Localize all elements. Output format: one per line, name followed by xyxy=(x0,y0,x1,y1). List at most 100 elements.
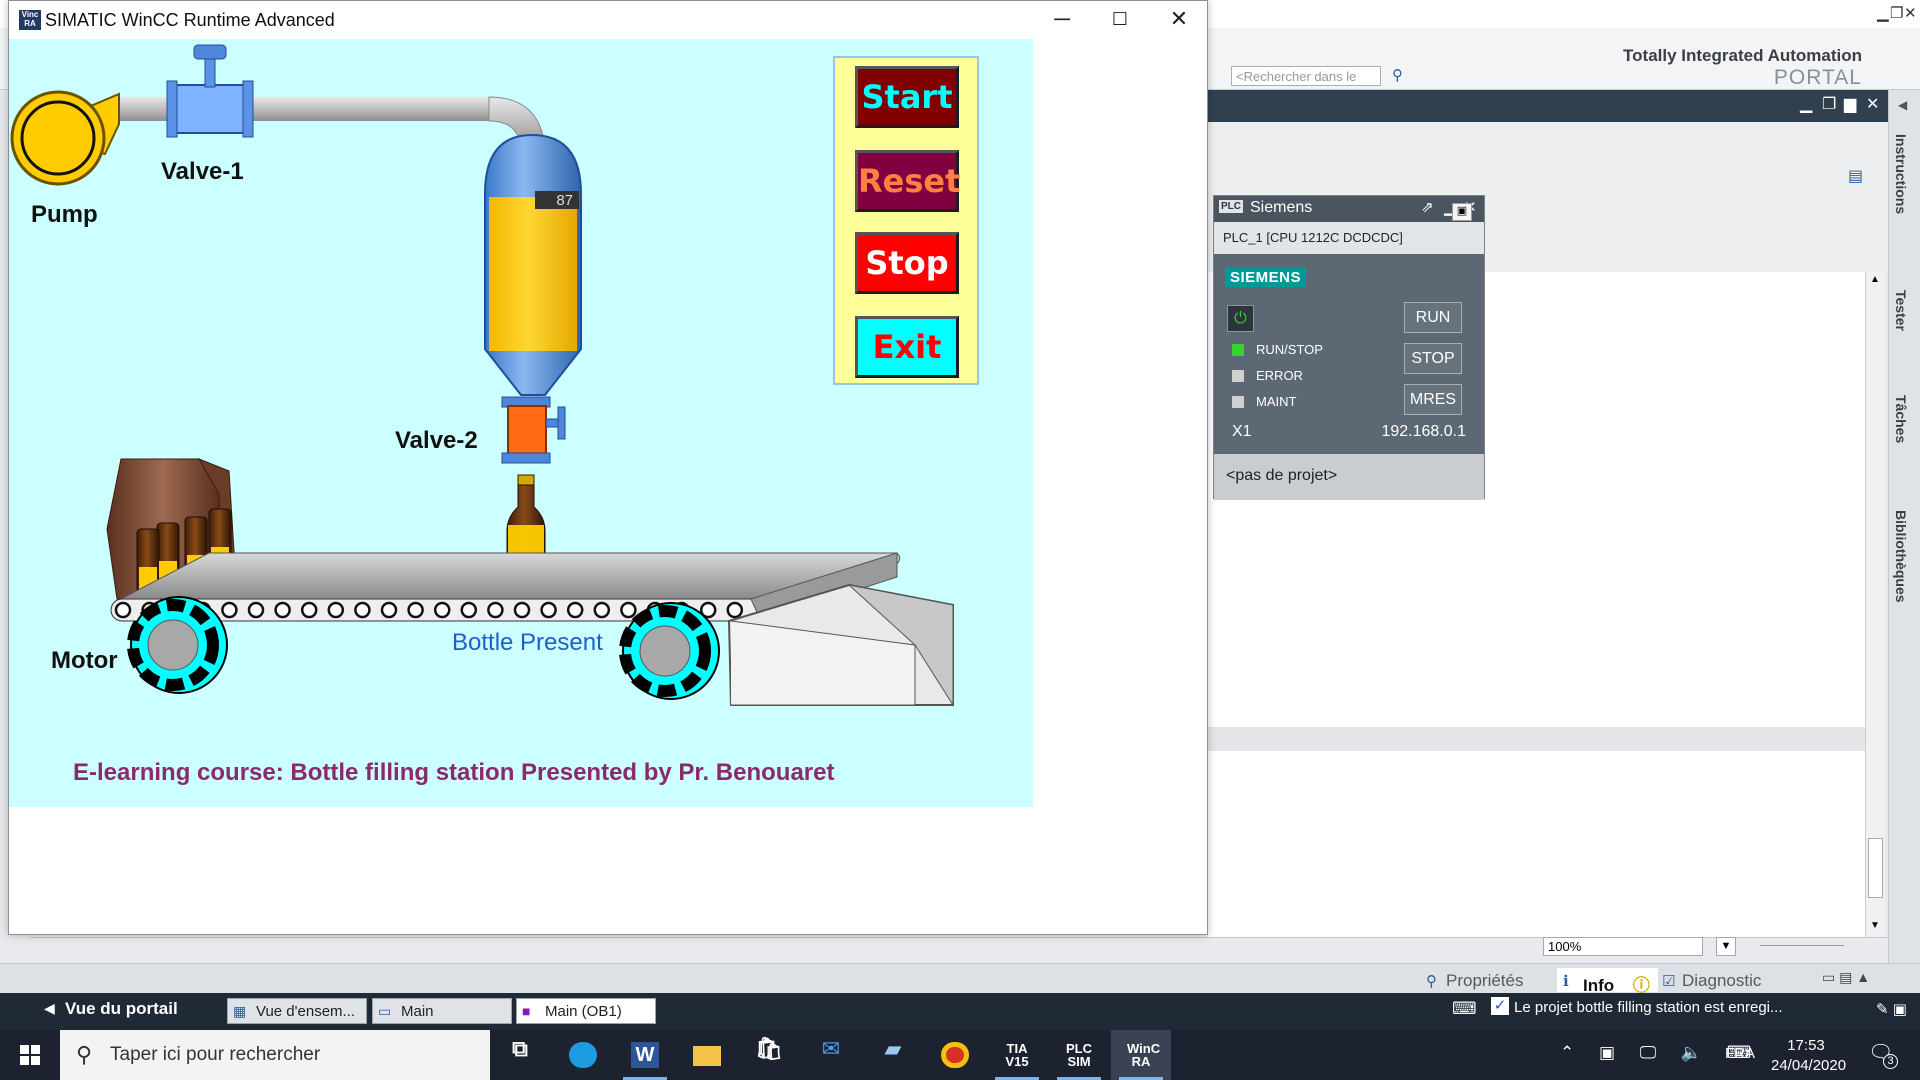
control-button-panel: Start Reset Stop Exit xyxy=(833,56,979,385)
valve1-body[interactable] xyxy=(172,84,248,134)
collapse-arrow-icon[interactable]: ◀ xyxy=(1898,98,1907,112)
tia-brand: Totally Integrated Automation PORTAL xyxy=(1623,46,1862,90)
exit-button[interactable]: Exit xyxy=(855,316,959,378)
tia-close-icon[interactable]: ✕ xyxy=(1904,4,1917,22)
run-button[interactable]: RUN xyxy=(1404,302,1462,333)
editor-divider xyxy=(1208,727,1865,751)
wincc-taskbar-icon[interactable]: WinC RA xyxy=(1111,1030,1171,1080)
file-explorer-icon[interactable] xyxy=(677,1030,737,1080)
editor-tab-overview[interactable]: ▦ Vue d'ensem... xyxy=(227,998,367,1024)
check-icon: ✓ xyxy=(1491,997,1509,1015)
portal-view-button[interactable]: Vue du portail xyxy=(65,999,178,1019)
maint-led xyxy=(1232,396,1244,408)
close-icon[interactable]: ✕ xyxy=(1159,6,1199,32)
tia-search-input[interactable]: <Rechercher dans le xyxy=(1231,66,1381,86)
chain-link xyxy=(407,601,424,619)
scrollbar-thumb[interactable] xyxy=(1868,838,1883,898)
siemens-logo: SIEMENS xyxy=(1225,268,1307,287)
editor-tab-main-ob1[interactable]: ■ Main (OB1) xyxy=(516,998,656,1024)
editor-close-icon[interactable]: ✕ xyxy=(1866,94,1879,114)
editor-float-icon[interactable]: ❐ xyxy=(1822,94,1836,114)
chevron-down-icon[interactable]: ▼ xyxy=(1716,937,1736,956)
zoom-slider[interactable] xyxy=(1760,945,1844,949)
back-arrow-icon[interactable]: ◀ xyxy=(44,1000,55,1017)
reset-button[interactable]: Reset xyxy=(855,150,960,212)
chrome-icon[interactable] xyxy=(925,1030,985,1080)
tia-brand-line1: Totally Integrated Automation xyxy=(1623,46,1862,65)
maximize-icon[interactable]: ☐ xyxy=(1100,9,1140,30)
chain-link xyxy=(327,601,345,619)
valve2-body[interactable] xyxy=(507,405,547,455)
keyboard-icon[interactable]: ⌨ xyxy=(1452,999,1477,1019)
store-icon[interactable]: 🛍 xyxy=(739,1030,799,1080)
edge-icon[interactable] xyxy=(553,1030,613,1080)
scroll-down-icon[interactable]: ▼ xyxy=(1870,920,1880,931)
editor-scrollbar[interactable]: ▲ ▼ xyxy=(1865,272,1885,937)
window-title: SIMATIC WinCC Runtime Advanced xyxy=(45,10,335,30)
tab-info[interactable]: ℹ Info ⓘ xyxy=(1557,968,1658,995)
windows-logo-icon xyxy=(20,1045,40,1065)
editor-tab-main[interactable]: ▭ Main xyxy=(372,998,512,1024)
windows-taskbar: Taper ici pour rechercher ⚲ ⧉ W 🛍 ✉ ▰ TI… xyxy=(0,1030,1920,1080)
taskbar-search-input[interactable]: Taper ici pour rechercher xyxy=(60,1030,490,1080)
pump-body xyxy=(10,90,106,186)
editor-tab-main-ob1-label: Main (OB1) xyxy=(545,1003,622,1020)
clock[interactable]: 17:53 24/04/2020 xyxy=(1771,1036,1847,1076)
led-label: ERROR xyxy=(1256,368,1303,383)
plcsim-device: PLC_1 [CPU 1212C DCDCDC] xyxy=(1214,222,1484,254)
editor-maximize-icon[interactable]: ▆ xyxy=(1844,94,1856,114)
wincc-app-icon: Vinc RA xyxy=(19,10,41,30)
chain-link xyxy=(380,601,398,619)
tab-diagnostic[interactable]: ☑ Diagnostic xyxy=(1656,968,1769,992)
led-run-stop: RUN/STOP xyxy=(1232,342,1323,357)
status-tools-icon[interactable]: ✎ ▣ xyxy=(1876,1000,1907,1018)
device-view-icon[interactable]: ▣ xyxy=(1452,203,1472,221)
inspector-layout-icon[interactable]: ▭ ▤ ▲ xyxy=(1822,969,1870,986)
mail-icon[interactable]: ✉ xyxy=(801,1030,861,1080)
clock-time: 17:53 xyxy=(1787,1037,1825,1054)
editor-minimize-icon[interactable]: ▁ xyxy=(1800,94,1812,114)
start-button[interactable]: Start xyxy=(855,66,959,128)
chain-link xyxy=(274,601,291,619)
tab-proprietes[interactable]: ⚲ Propriétés xyxy=(1420,968,1531,992)
valve1-flange-left xyxy=(166,80,178,138)
plcsim-taskbar-icon[interactable]: PLC SIM xyxy=(1049,1030,1109,1080)
plc-app-icon[interactable]: ▰ xyxy=(863,1030,923,1080)
plcsim-expand-icon[interactable]: ⇗ xyxy=(1421,198,1434,216)
tab-diagnostic-label: Diagnostic xyxy=(1682,971,1762,990)
chain-link xyxy=(726,601,744,619)
zoom-select[interactable]: 100% xyxy=(1543,937,1703,956)
scroll-up-icon[interactable]: ▲ xyxy=(1870,274,1880,285)
editor-settings-icon[interactable]: ▤ xyxy=(1848,166,1863,186)
info-tab-icon: ℹ xyxy=(1563,973,1569,990)
plcsim-titlebar: PLC Siemens ⇗ ▁ ✕ xyxy=(1214,196,1484,222)
task-view-icon[interactable]: ⧉ xyxy=(490,1030,550,1080)
tia-minimize-icon[interactable]: ▁ xyxy=(1877,4,1889,22)
search-icon: ⚲ xyxy=(76,1042,93,1067)
tab-tester[interactable]: Tester xyxy=(1893,290,1909,331)
power-icon[interactable]: ⏻ xyxy=(1227,305,1254,332)
tia-restore-icon[interactable]: ❐ xyxy=(1890,4,1903,22)
wincc-titlebar: Vinc RA SIMATIC WinCC Runtime Advanced ─ … xyxy=(9,1,1207,39)
mres-button[interactable]: MRES xyxy=(1404,384,1462,415)
tia-portal-icon[interactable]: TIA V15 xyxy=(987,1030,1047,1080)
motor-wheel-left xyxy=(127,596,228,694)
valve1-stem xyxy=(204,56,216,88)
input-language[interactable]: FRA xyxy=(1725,1045,1755,1062)
task-cards-strip: ◀ Instructions Tester Tâches Bibliothèqu… xyxy=(1888,90,1920,993)
stop-button[interactable]: Stop xyxy=(855,232,959,294)
start-button[interactable] xyxy=(0,1030,60,1080)
minimize-icon[interactable]: ─ xyxy=(1042,6,1082,32)
search-options-icon[interactable]: ⚲ xyxy=(1392,66,1403,84)
word-icon[interactable]: W xyxy=(615,1030,675,1080)
plcsim-project: <pas de projet> xyxy=(1214,454,1484,500)
stop-button[interactable]: STOP xyxy=(1404,343,1462,374)
chain-link xyxy=(566,601,584,619)
tab-instructions[interactable]: Instructions xyxy=(1893,134,1909,214)
chain-link xyxy=(300,601,318,619)
notification-count: 3 xyxy=(1883,1054,1898,1069)
plcsim-title: Siemens xyxy=(1250,199,1313,216)
tab-taches[interactable]: Tâches xyxy=(1893,395,1909,443)
clock-date: 24/04/2020 xyxy=(1771,1057,1847,1074)
tab-bibliotheques[interactable]: Bibliothèques xyxy=(1893,510,1909,603)
